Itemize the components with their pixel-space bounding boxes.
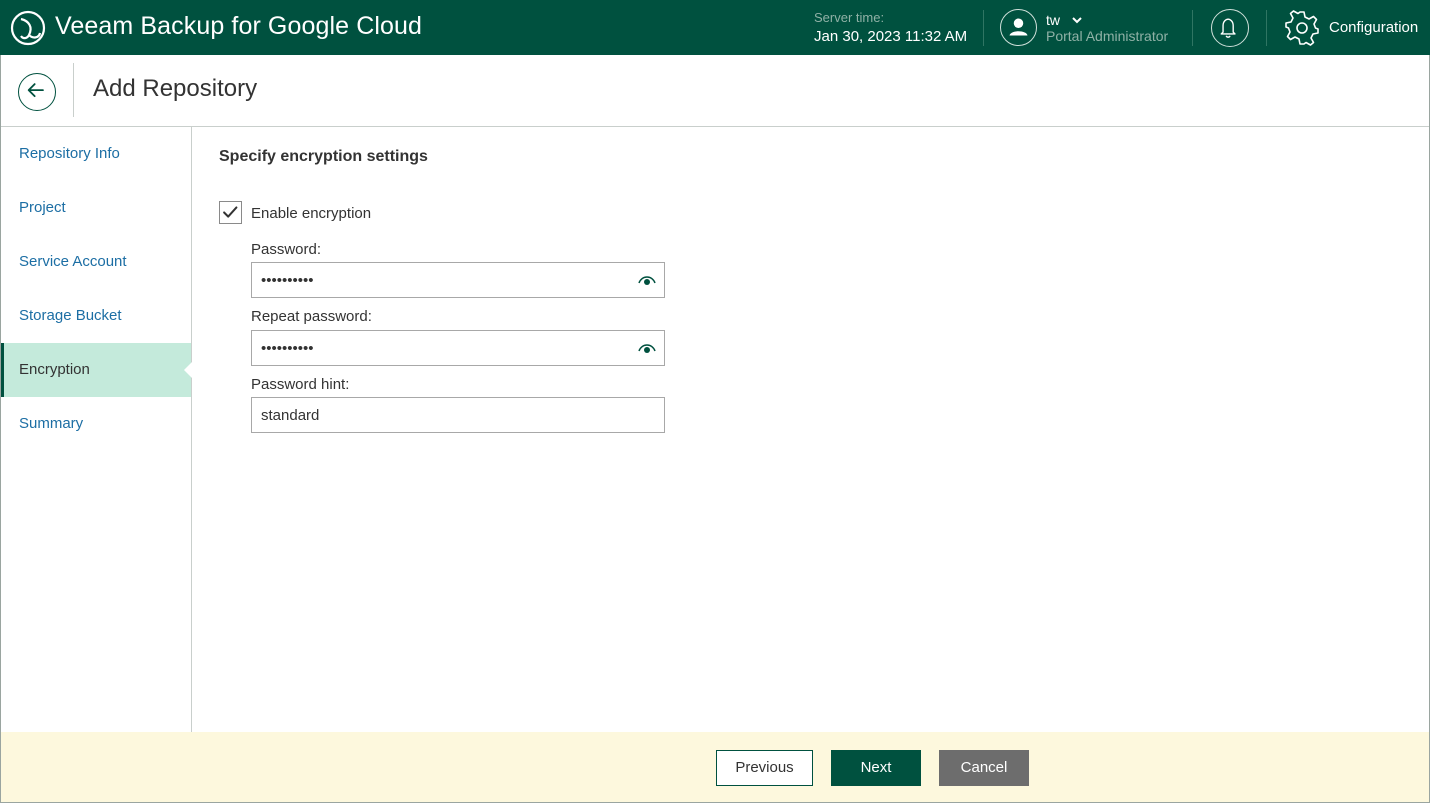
page-title: Add Repository [93, 75, 258, 102]
user-avatar-icon [1000, 9, 1037, 46]
password-label: Password: [251, 241, 322, 258]
step-label: Service Account [19, 253, 127, 270]
enable-encryption-checkbox[interactable] [219, 201, 242, 224]
arrow-left-icon [27, 83, 44, 98]
chevron-down-icon [1072, 17, 1082, 24]
repeat-password-label: Repeat password: [251, 308, 372, 325]
header-divider [1266, 10, 1267, 46]
next-button[interactable]: Next [831, 750, 921, 786]
step-label: Repository Info [19, 145, 120, 162]
eye-icon[interactable] [637, 340, 657, 356]
page-title-bar: Add Repository [1, 55, 1429, 127]
wizard-footer: Previous Next Cancel [1, 732, 1429, 802]
step-label: Storage Bucket [19, 307, 122, 324]
checkmark-icon [223, 206, 238, 218]
previous-button[interactable]: Previous [716, 750, 813, 786]
password-hint-label: Password hint: [251, 376, 350, 393]
step-encryption[interactable]: Encryption [1, 343, 192, 397]
top-header: Veeam Backup for Google Cloud Server tim… [0, 0, 1430, 55]
step-storage-bucket[interactable]: Storage Bucket [1, 289, 191, 343]
wizard-main-panel: Specify encryption settings Enable encry… [192, 127, 1429, 732]
user-menu-button[interactable]: tw Portal Administrator [1000, 9, 1180, 47]
user-name: tw [1046, 12, 1060, 28]
password-hint-field [251, 397, 665, 433]
bell-icon [1220, 18, 1236, 38]
step-service-account[interactable]: Service Account [1, 235, 191, 289]
header-divider [1192, 10, 1193, 46]
password-field [251, 262, 665, 298]
title-divider [73, 63, 74, 117]
wizard-steps-sidebar: Repository Info Project Service Account … [1, 127, 192, 732]
step-label: Project [19, 199, 66, 216]
gear-icon [1285, 10, 1319, 46]
back-button[interactable] [18, 73, 56, 111]
header-divider [983, 10, 984, 46]
step-repository-info[interactable]: Repository Info [1, 127, 191, 181]
server-time-value: Jan 30, 2023 11:32 AM [814, 28, 968, 45]
eye-icon[interactable] [637, 272, 657, 288]
veeam-logo-icon [10, 10, 46, 46]
password-hint-input[interactable] [252, 398, 632, 432]
step-summary[interactable]: Summary [1, 397, 191, 451]
section-title: Specify encryption settings [219, 148, 428, 165]
app-title: Veeam Backup for Google Cloud [55, 12, 423, 40]
user-role: Portal Administrator [1046, 28, 1169, 44]
configuration-button[interactable]: Configuration [1283, 9, 1428, 47]
notifications-button[interactable] [1211, 9, 1249, 47]
repeat-password-input[interactable] [252, 331, 632, 365]
password-input[interactable] [252, 263, 632, 297]
repeat-password-field [251, 330, 665, 366]
step-label: Summary [19, 415, 84, 432]
cancel-button[interactable]: Cancel [939, 750, 1029, 786]
configuration-label: Configuration [1329, 19, 1419, 36]
server-time-label: Server time: [814, 10, 885, 25]
step-project[interactable]: Project [1, 181, 191, 235]
step-label: Encryption [19, 361, 90, 378]
enable-encryption-label: Enable encryption [251, 205, 372, 222]
